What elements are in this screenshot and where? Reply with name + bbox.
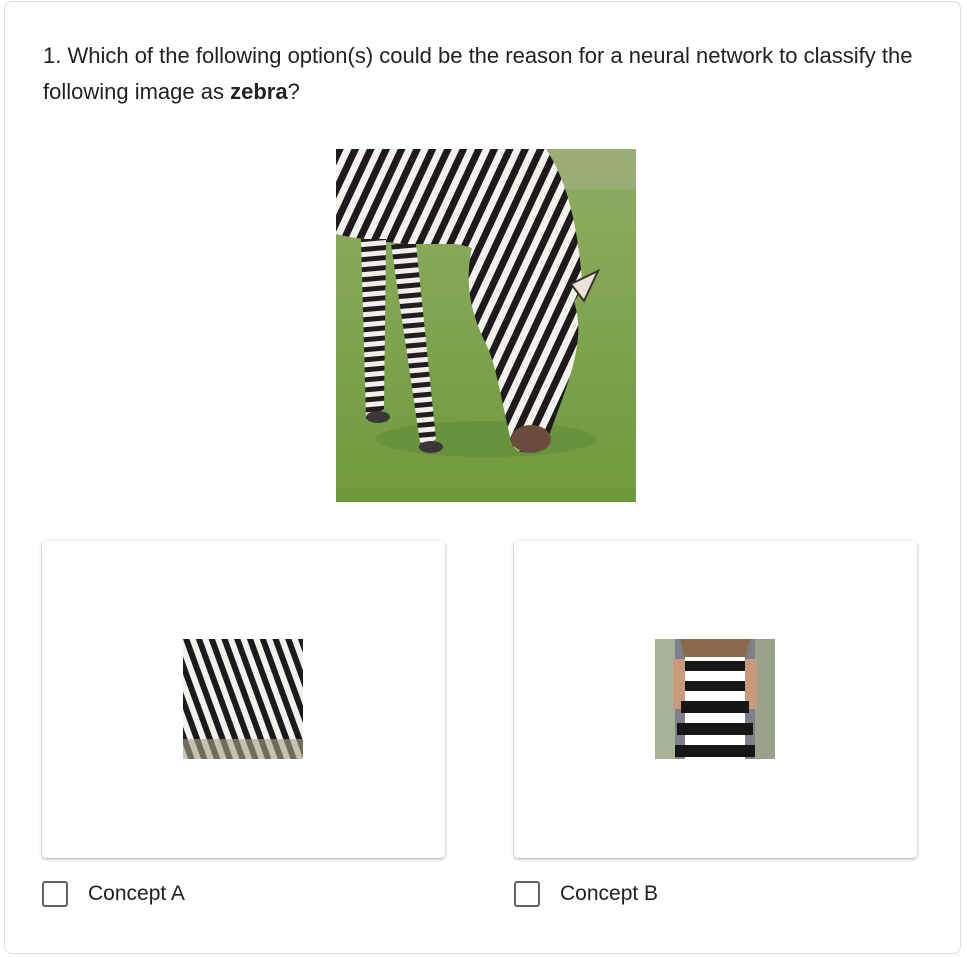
concept-a-label[interactable]: Concept A	[88, 882, 185, 906]
question-text: 1. Which of the following option(s) coul…	[43, 38, 923, 110]
option-image-tile-a[interactable]	[42, 541, 445, 858]
concept-b-image	[655, 639, 775, 759]
question-prefix: 1. Which of the following option(s) coul…	[43, 43, 913, 104]
question-card: 1. Which of the following option(s) coul…	[4, 1, 961, 954]
concept-a-image	[183, 639, 303, 759]
concept-b-checkbox[interactable]	[514, 881, 540, 907]
option-concept-a[interactable]: Concept A	[42, 878, 185, 910]
question-emphasis: zebra	[230, 79, 288, 104]
question-suffix: ?	[287, 79, 300, 104]
option-image-tile-b[interactable]	[514, 541, 917, 858]
concept-a-checkbox[interactable]	[42, 881, 68, 907]
option-concept-b[interactable]: Concept B	[514, 878, 658, 910]
zebra-main-image	[336, 149, 636, 502]
concept-b-label[interactable]: Concept B	[560, 882, 658, 906]
